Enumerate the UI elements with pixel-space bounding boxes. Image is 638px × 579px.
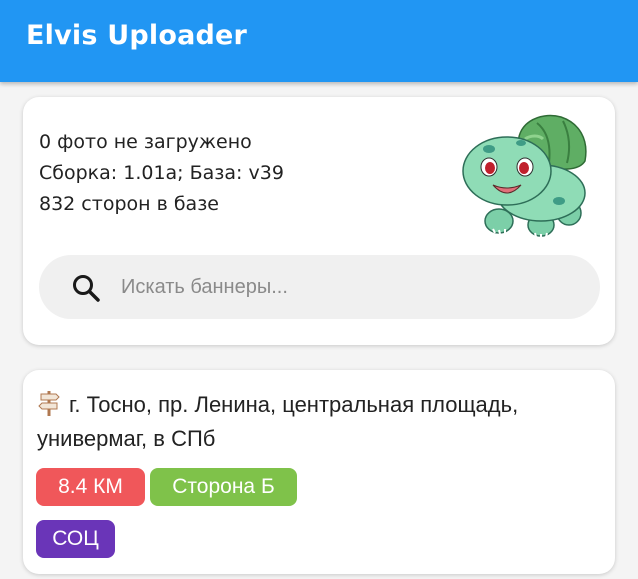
side-badge: Сторона Б [150, 468, 297, 506]
search-input[interactable] [121, 267, 561, 307]
app-bar: Elvis Uploader [0, 0, 638, 82]
banner-address-line: г. Тосно, пр. Ленина, центральная площад… [37, 388, 597, 456]
app-title: Elvis Uploader [26, 20, 248, 51]
search-icon[interactable] [71, 273, 101, 303]
signpost-icon [38, 391, 60, 416]
photos-status: 0 фото не загружено [39, 131, 252, 153]
status-info: 0 фото не загружено Сборка: 1.01a; База:… [39, 127, 284, 220]
bulbasaur-mascot-icon [462, 114, 587, 238]
banner-card[interactable]: г. Тосно, пр. Ленина, центральная площад… [23, 370, 615, 574]
banner-address: г. Тосно, пр. Ленина, центральная площад… [37, 392, 519, 451]
distance-badge: 8.4 КМ [36, 468, 145, 506]
status-card: 0 фото не загружено Сборка: 1.01a; База:… [23, 97, 615, 345]
build-info: Сборка: 1.01a; База: v39 [39, 162, 284, 184]
search-bar[interactable] [39, 255, 600, 319]
sides-count: 832 сторон в базе [39, 193, 219, 215]
type-badge: СОЦ [36, 520, 115, 558]
